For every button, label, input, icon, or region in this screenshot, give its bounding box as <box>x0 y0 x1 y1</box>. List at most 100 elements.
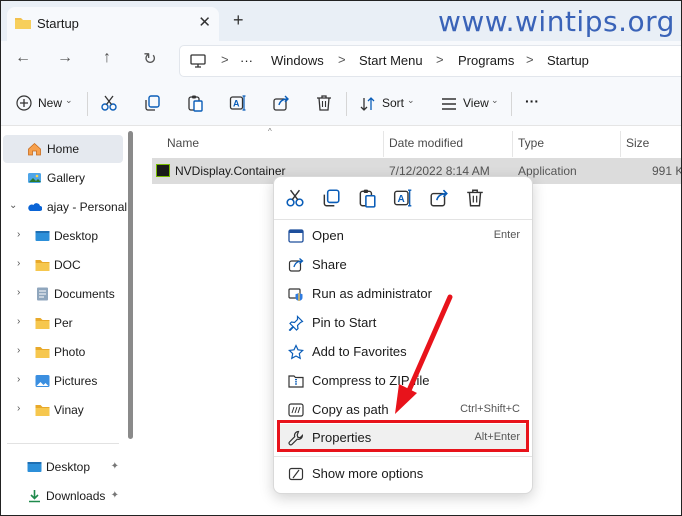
pin-icon: ✦ <box>110 461 119 472</box>
sidebar-item-doc[interactable]: › DOC <box>3 251 123 279</box>
sidebar-item-home[interactable]: Home <box>3 135 123 163</box>
refresh-button[interactable]: ↻ <box>140 49 160 69</box>
chevron-right-icon[interactable]: › <box>17 258 20 269</box>
address-bar[interactable]: > ··· Windows > Start Menu > Programs > … <box>179 45 681 77</box>
svg-text:A: A <box>397 194 404 205</box>
breadcrumb-separator: > <box>221 52 229 67</box>
share-icon[interactable] <box>429 188 449 208</box>
divider <box>511 92 512 116</box>
desktop-icon <box>27 462 42 472</box>
menu-item-label: Run as administrator <box>312 286 432 301</box>
chevron-down-icon: ⌄ <box>491 95 499 105</box>
sort-button[interactable]: Sort ⌄ <box>358 92 418 116</box>
column-divider[interactable] <box>620 131 621 157</box>
copy-icon[interactable] <box>321 188 341 208</box>
breadcrumb-separator: > <box>436 52 444 67</box>
home-icon <box>28 142 41 156</box>
sidebar-item-vinay[interactable]: › Vinay <box>3 396 123 424</box>
cut-icon[interactable] <box>285 188 305 208</box>
share-icon[interactable] <box>272 94 290 112</box>
tab-title: Startup <box>37 16 79 31</box>
column-header-type[interactable]: Type <box>518 136 544 150</box>
chevron-right-icon[interactable]: › <box>17 345 20 356</box>
chevron-right-icon[interactable]: › <box>17 403 20 414</box>
tab-startup[interactable]: Startup ✕ <box>7 7 219 41</box>
menu-item-label: Show more options <box>312 466 424 481</box>
menu-item-label: Compress to ZIP file <box>312 373 430 388</box>
copy-icon[interactable] <box>143 94 161 112</box>
menu-item-open[interactable]: Open Enter <box>278 222 528 250</box>
column-divider[interactable] <box>383 131 384 157</box>
view-button[interactable]: View ⌄ <box>439 92 505 116</box>
forward-button[interactable]: → <box>55 49 75 67</box>
paste-icon[interactable] <box>357 188 377 208</box>
menu-item-run-as-administrator[interactable]: Run as administrator <box>278 280 528 308</box>
tab-strip: Startup ✕ + www.wintips.org <box>1 1 681 41</box>
sort-label: Sort <box>382 96 405 110</box>
plus-circle-icon <box>16 95 32 111</box>
breadcrumb-ellipsis[interactable]: ··· <box>240 53 253 68</box>
column-divider[interactable] <box>512 131 513 157</box>
new-label: New <box>38 96 63 110</box>
breadcrumb-startup[interactable]: Startup <box>547 53 589 68</box>
close-tab-icon[interactable]: ✕ <box>198 13 211 31</box>
chevron-right-icon[interactable]: › <box>17 316 20 327</box>
chevron-right-icon[interactable]: › <box>17 229 20 240</box>
new-button[interactable]: New ⌄ <box>13 92 75 116</box>
column-header-date-modified[interactable]: Date modified <box>389 136 463 150</box>
up-button[interactable]: ↑ <box>97 49 117 67</box>
sidebar-item-label: ajay - Personal <box>47 200 128 214</box>
more-options-icon <box>288 467 304 481</box>
chevron-right-icon[interactable]: › <box>17 374 20 385</box>
back-button[interactable]: ← <box>13 49 33 67</box>
chevron-right-icon[interactable]: › <box>17 287 20 298</box>
menu-item-share[interactable]: Share <box>278 251 528 279</box>
navigation-scrollbar[interactable] <box>128 131 133 439</box>
folder-icon <box>35 405 50 416</box>
new-tab-button[interactable]: + <box>233 10 244 31</box>
delete-icon[interactable] <box>315 94 333 112</box>
breadcrumb-programs[interactable]: Programs <box>458 53 514 68</box>
breadcrumb-separator: > <box>338 52 346 67</box>
sidebar-item-per[interactable]: › Per <box>3 309 123 337</box>
nvidia-app-icon <box>156 164 170 177</box>
sidebar-item-gallery[interactable]: Gallery <box>3 164 123 192</box>
menu-item-shortcut: Enter <box>493 229 520 241</box>
delete-icon[interactable] <box>465 188 485 208</box>
gallery-icon <box>28 173 41 183</box>
documents-icon <box>37 287 48 301</box>
menu-item-pin-to-start[interactable]: Pin to Start <box>278 309 528 337</box>
breadcrumb-start-menu[interactable]: Start Menu <box>359 53 423 68</box>
chevron-expanded-icon[interactable]: ⌄ <box>9 200 17 211</box>
menu-item-add-to-favorites[interactable]: Add to Favorites <box>278 338 528 366</box>
column-header-name[interactable]: Name <box>167 136 199 150</box>
chevron-down-icon: ⌄ <box>65 95 73 105</box>
cut-icon[interactable] <box>100 94 118 112</box>
menu-item-show-more-options[interactable]: Show more options <box>278 460 528 488</box>
sidebar-item-photo[interactable]: › Photo <box>3 338 123 366</box>
sidebar-item-desktop[interactable]: › Desktop <box>3 222 123 250</box>
column-header-size[interactable]: Size <box>626 136 649 150</box>
sidebar-item-quick-desktop[interactable]: Desktop ✦ <box>3 453 123 481</box>
open-icon <box>288 229 304 243</box>
share-icon <box>288 258 304 272</box>
folder-icon <box>15 18 31 29</box>
rename-icon[interactable]: A <box>229 94 247 112</box>
menu-item-shortcut: Ctrl+Shift+C <box>460 403 520 415</box>
rename-icon[interactable]: A <box>393 188 413 208</box>
desktop-icon <box>35 231 50 241</box>
pin-icon <box>288 315 304 331</box>
paste-icon[interactable] <box>186 94 204 112</box>
breadcrumb-windows[interactable]: Windows <box>271 53 324 68</box>
sidebar-item-onedrive[interactable]: ⌄ ajay - Personal <box>3 193 127 221</box>
sidebar-item-label: Desktop <box>54 229 99 243</box>
menu-item-label: Copy as path <box>312 402 389 417</box>
sidebar-item-pictures[interactable]: › Pictures <box>3 367 123 395</box>
more-options-button[interactable]: ··· <box>525 93 539 109</box>
sidebar-item-documents[interactable]: › Documents <box>3 280 123 308</box>
sidebar-item-downloads[interactable]: Downloads ✦ <box>3 482 123 510</box>
onedrive-icon <box>28 203 42 211</box>
sidebar-item-label: Desktop <box>46 460 91 474</box>
menu-item-compress-to-zip[interactable]: Compress to ZIP file <box>278 367 528 395</box>
path-icon <box>288 403 304 417</box>
